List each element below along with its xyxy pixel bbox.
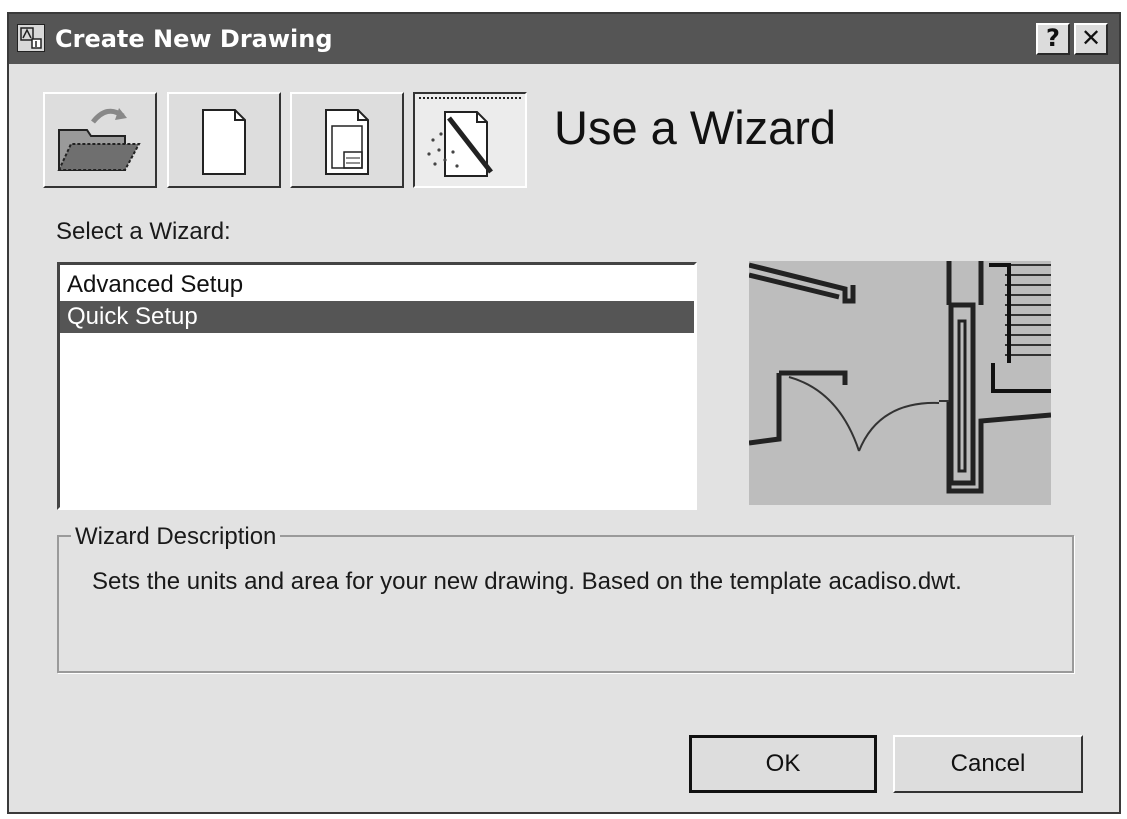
wizard-description-legend: Wizard Description	[71, 523, 281, 551]
ok-button[interactable]: OK	[689, 735, 877, 793]
floor-plan-preview-image	[749, 261, 1051, 505]
use-template-button[interactable]	[290, 92, 404, 188]
list-item-advanced-setup[interactable]: Advanced Setup	[60, 269, 694, 301]
open-folder-icon	[57, 108, 141, 171]
select-wizard-label: Select a Wizard:	[56, 218, 231, 245]
wizard-description-text: Sets the units and area for your new dra…	[92, 568, 962, 595]
mode-title: Use a Wizard	[554, 101, 837, 154]
title-bar[interactable]: Create New Drawing ? ✕	[9, 14, 1119, 64]
use-wizard-button[interactable]	[413, 92, 527, 188]
template-page-icon	[325, 109, 369, 175]
create-new-drawing-dialog: Create New Drawing ? ✕ Use a Wizard Sele…	[7, 12, 1121, 814]
list-item-quick-setup[interactable]: Quick Setup	[60, 301, 694, 333]
wizard-description-group	[57, 535, 1074, 673]
autocad-app-icon	[17, 24, 45, 52]
open-drawing-button[interactable]	[43, 92, 157, 188]
wizard-list[interactable]: Advanced Setup Quick Setup	[57, 262, 697, 510]
dialog-title: Create New Drawing	[55, 25, 333, 53]
blank-page-icon	[202, 109, 246, 175]
wizard-preview-image	[749, 261, 1051, 505]
help-button[interactable]: ?	[1036, 23, 1070, 55]
close-button[interactable]: ✕	[1074, 23, 1108, 55]
start-from-scratch-button[interactable]	[167, 92, 281, 188]
cancel-button[interactable]: Cancel	[893, 735, 1083, 793]
wizard-wand-icon	[427, 111, 493, 177]
